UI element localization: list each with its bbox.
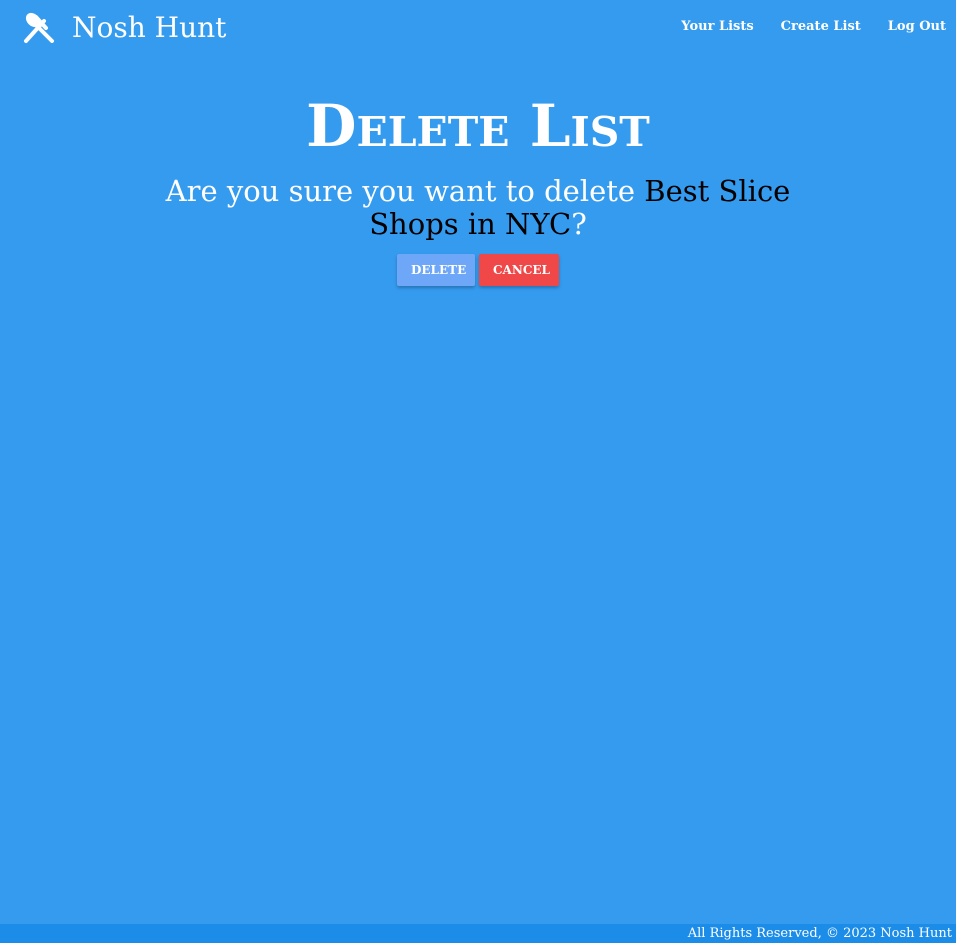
- nav-link-log-out[interactable]: Log Out: [888, 19, 946, 34]
- brand-name: Nosh Hunt: [72, 11, 227, 44]
- cancel-button[interactable]: Cancel: [479, 254, 559, 286]
- nav-link-your-lists[interactable]: Your Lists: [681, 19, 753, 34]
- delete-button[interactable]: Delete: [397, 254, 475, 286]
- nav-link-create-list[interactable]: Create List: [781, 19, 861, 34]
- nav-links: Your Lists Create List Log Out: [654, 19, 946, 34]
- page-title: Delete List: [306, 92, 650, 160]
- brand-link[interactable]: Nosh Hunt: [22, 8, 226, 48]
- fork-spoon-icon: [22, 11, 56, 45]
- confirm-message: Are you sure you want to delete Best Sli…: [150, 175, 806, 241]
- action-buttons: Delete Cancel: [0, 254, 956, 286]
- confirm-prefix: Are you sure you want to delete: [165, 174, 645, 208]
- footer-text: All Rights Reserved, © 2023 Nosh Hunt: [687, 926, 952, 941]
- confirm-suffix: ?: [571, 207, 587, 241]
- footer: All Rights Reserved, © 2023 Nosh Hunt: [0, 924, 956, 943]
- navbar: Nosh Hunt Your Lists Create List Log Out: [0, 0, 956, 58]
